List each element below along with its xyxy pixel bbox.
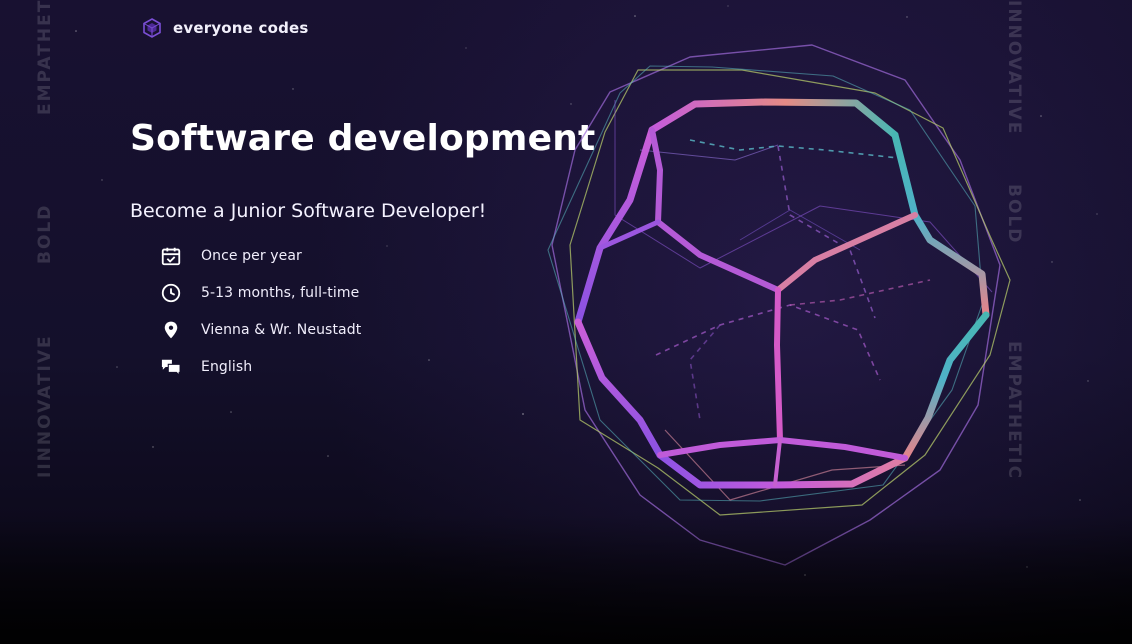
clock-icon — [157, 279, 185, 307]
location-pin-icon — [157, 316, 185, 344]
brand-name: everyone codes — [173, 19, 309, 37]
wireframe-dodecahedron-icon — [547, 44, 1011, 566]
fact-label: Once per year — [201, 247, 302, 264]
course-facts-list: Once per year 5-13 months, full-time Vie… — [157, 237, 361, 385]
fact-label: 5-13 months, full-time — [201, 284, 360, 301]
side-word-bold: BOLD — [35, 203, 55, 264]
hero-page: EMPATHETIC BOLD IINNOVATIVE INNOVATIVE B… — [0, 0, 1132, 644]
brand-logo-link[interactable]: everyone codes — [141, 17, 309, 39]
fact-duration: 5-13 months, full-time — [157, 274, 361, 311]
fact-label: Vienna & Wr. Neustadt — [201, 321, 362, 338]
fact-location: Vienna & Wr. Neustadt — [157, 311, 361, 348]
side-word-innovative: IINNOVATIVE — [35, 334, 55, 478]
fact-language: English — [157, 348, 361, 385]
fact-label: English — [201, 358, 253, 375]
page-title: Software development — [130, 118, 596, 159]
calendar-check-icon — [157, 242, 185, 270]
fact-frequency: Once per year — [157, 237, 361, 274]
cube-logo-icon — [141, 17, 163, 39]
page-subtitle: Become a Junior Software Developer! — [130, 200, 487, 222]
chat-bubbles-icon — [157, 353, 185, 381]
side-word-empathetic: EMPATHETIC — [35, 0, 55, 115]
